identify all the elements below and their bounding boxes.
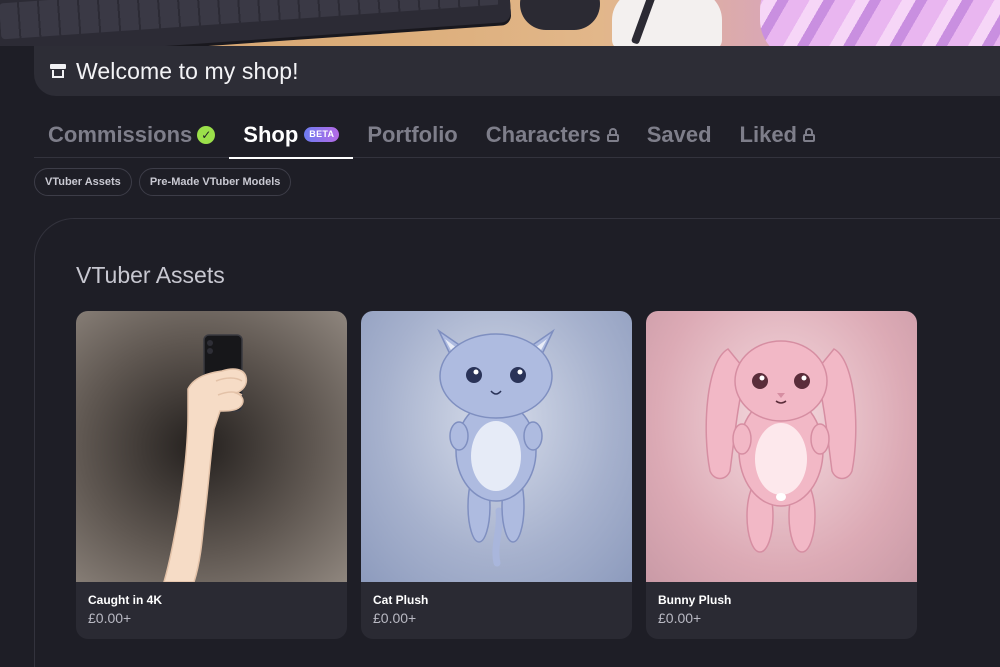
tab-saved[interactable]: Saved	[633, 114, 726, 158]
tab-label: Shop	[243, 122, 299, 147]
banner-image	[0, 0, 1000, 46]
mouse-illustration	[520, 0, 600, 30]
chip-vtuber-assets[interactable]: VTuber Assets	[34, 168, 132, 196]
product-name: Cat Plush	[373, 593, 429, 607]
welcome-bar: Welcome to my shop!	[34, 46, 1000, 96]
check-icon: ✓	[197, 126, 216, 144]
tab-characters[interactable]: Characters	[472, 114, 633, 158]
product-price: £0.00+	[88, 610, 132, 626]
product-price: £0.00+	[373, 610, 417, 626]
hair-illustration	[760, 0, 1000, 46]
tab-commissions[interactable]: Commissions ✓	[34, 114, 229, 158]
keyboard-illustration	[0, 0, 512, 46]
beta-badge: BETA	[304, 127, 340, 142]
tab-bar: Commissions ✓ Shop BETA Portfolio Charac…	[34, 114, 1000, 159]
product-name: Bunny Plush	[658, 593, 732, 607]
tab-portfolio[interactable]: Portfolio	[353, 114, 471, 158]
lock-icon	[606, 128, 619, 142]
lock-icon	[803, 128, 815, 142]
product-card-caught-in-4k[interactable]: Caught in 4K £0.00+	[76, 311, 347, 639]
product-thumbnail	[646, 311, 917, 582]
tab-liked[interactable]: Liked	[726, 114, 829, 158]
product-thumbnail	[361, 311, 632, 582]
product-thumbnail	[76, 311, 347, 582]
shop-icon	[50, 64, 66, 78]
tab-shop[interactable]: Shop BETA	[229, 114, 354, 159]
product-card-bunny-plush[interactable]: Bunny Plush £0.00+	[646, 311, 917, 639]
chip-pre-made-vtuber-models[interactable]: Pre-Made VTuber Models	[138, 168, 292, 196]
tab-label: Characters	[485, 122, 601, 147]
product-card-cat-plush[interactable]: Cat Plush £0.00+	[361, 311, 632, 639]
product-price: £0.00+	[658, 610, 702, 626]
tab-label: Liked	[739, 122, 797, 147]
sleeve-illustration	[612, 0, 722, 46]
hand-phone-illustration	[163, 334, 248, 582]
tab-label: Saved	[646, 122, 712, 147]
tab-label: Portfolio	[367, 122, 458, 147]
tab-label: Commissions	[48, 122, 193, 147]
section-title: VTuber Assets	[76, 262, 225, 288]
cat-plush-illustration	[437, 328, 555, 567]
welcome-text: Welcome to my shop!	[76, 57, 299, 84]
bunny-plush-illustration	[705, 340, 857, 553]
product-name: Caught in 4K	[88, 593, 162, 607]
category-chips: VTuber Assets Pre-Made VTuber Models	[34, 168, 292, 196]
